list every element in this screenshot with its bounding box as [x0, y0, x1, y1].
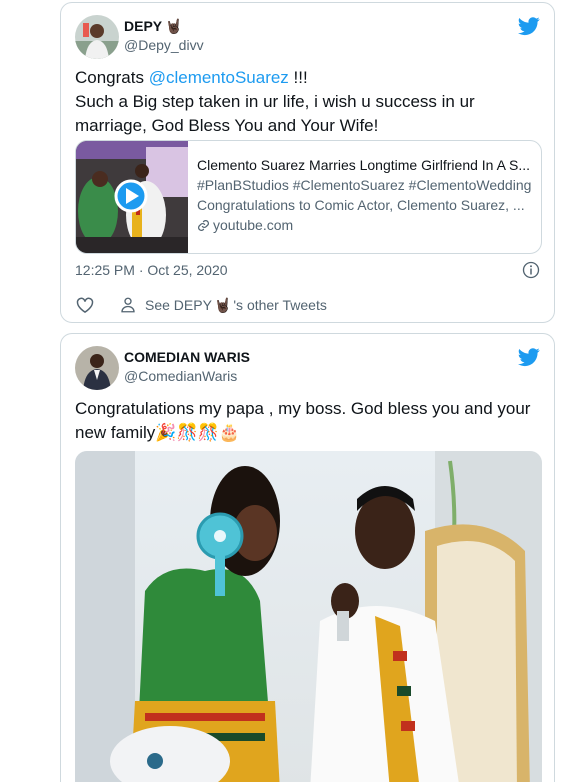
mention-link[interactable]: @clementoSuarez — [149, 68, 289, 87]
handle[interactable]: @Depy_divv — [124, 36, 204, 54]
see-tweets-prefix[interactable]: See DEPY — [145, 297, 212, 313]
card-domain: youtube.com — [213, 217, 294, 233]
see-tweets-emoji: 🤘🏿 — [213, 296, 232, 313]
text-suffix: !!! — [288, 68, 308, 87]
tweet-embed-depy[interactable]: DEPY 🤘🏿 @Depy_divv Congrats @clementoSua… — [60, 2, 555, 323]
card-tags: #PlanBStudios #ClementoSuarez #ClementoW… — [197, 177, 532, 193]
text-line: Congratulations my papa , my boss. God b… — [75, 399, 531, 418]
handle[interactable]: @ComedianWaris — [124, 367, 250, 385]
tweet-embed-comedian-waris[interactable]: COMEDIAN WARIS @ComedianWaris Congratula… — [60, 333, 555, 782]
text-line: new family🎉🎊🎊🎂 — [75, 423, 240, 442]
heart-icon[interactable] — [75, 295, 95, 315]
video-thumbnail[interactable] — [76, 141, 188, 253]
card-body[interactable]: Clemento Suarez Marries Longtime Girlfri… — [197, 155, 533, 235]
author-info[interactable]: DEPY 🤘🏿 @Depy_divv — [124, 17, 204, 54]
see-tweets-suffix[interactable]: 's other Tweets — [233, 297, 326, 313]
timestamp[interactable]: 12:25 PM · Oct 25, 2020 — [75, 262, 228, 278]
link-card[interactable]: Clemento Suarez Marries Longtime Girlfri… — [75, 140, 542, 254]
tweet-photo[interactable] — [75, 451, 542, 782]
text-line: Such a Big step taken in ur life, i wish… — [75, 92, 475, 111]
card-title[interactable]: Clemento Suarez Marries Longtime Girlfri… — [197, 155, 533, 175]
play-icon[interactable] — [114, 179, 148, 213]
text-prefix: Congrats — [75, 68, 149, 87]
link-icon — [198, 219, 209, 231]
info-icon[interactable] — [522, 261, 540, 279]
tweet-text: Congratulations my papa , my boss. God b… — [75, 397, 530, 445]
person-icon[interactable] — [119, 296, 137, 314]
display-name[interactable]: COMEDIAN WARIS — [124, 348, 250, 366]
tweet-text: Congrats @clementoSuarez !!! Such a Big … — [75, 66, 475, 138]
twitter-bird-icon[interactable] — [518, 15, 540, 37]
avatar[interactable] — [75, 346, 119, 390]
display-name[interactable]: DEPY — [124, 17, 162, 35]
text-line: marriage, God Bless You and Your Wife! — [75, 116, 379, 135]
avatar[interactable] — [75, 15, 119, 59]
hand-emoji: 🤘🏿 — [165, 18, 183, 34]
card-description: Congratulations to Comic Actor, Clemento… — [197, 197, 525, 213]
twitter-bird-icon[interactable] — [518, 346, 540, 368]
action-row: See DEPY 🤘🏿 's other Tweets — [75, 295, 327, 315]
author-info[interactable]: COMEDIAN WARIS @ComedianWaris — [124, 348, 250, 385]
